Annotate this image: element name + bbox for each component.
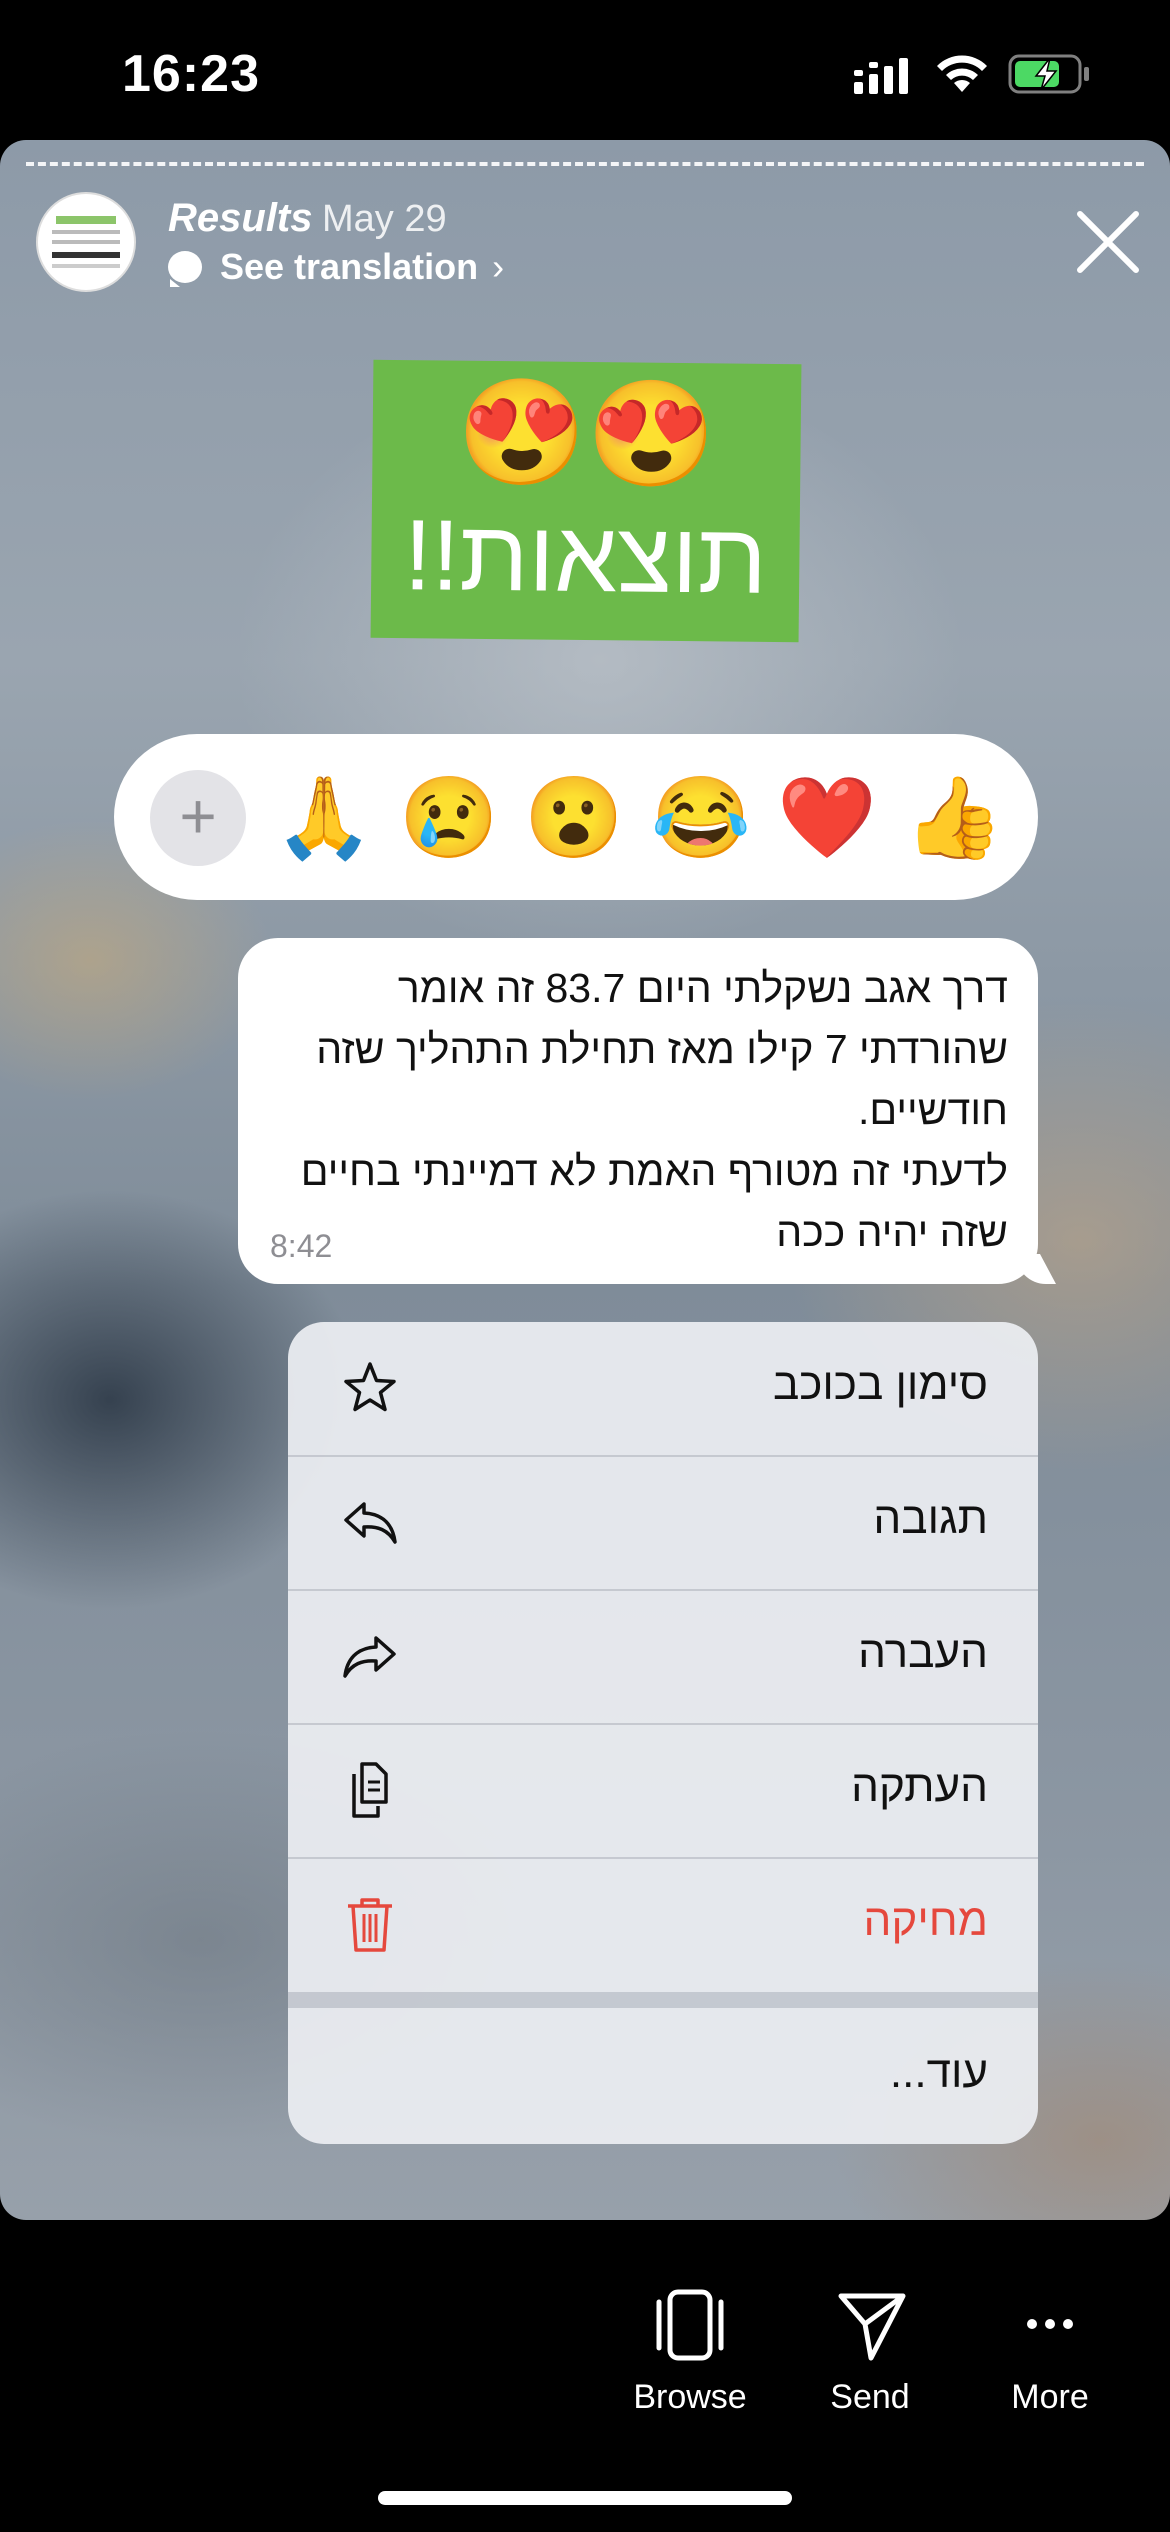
browse-label: Browse bbox=[633, 2378, 747, 2416]
story-image-card: 😍😍 תוצאות!! bbox=[370, 359, 802, 643]
menu-item-label: העברה bbox=[858, 1628, 988, 1677]
menu-item-star[interactable]: סימון בכוכב bbox=[288, 1322, 1038, 1457]
story-date: May 29 bbox=[322, 198, 447, 240]
send-button[interactable]: Send bbox=[790, 2288, 950, 2417]
see-translation-label: See translation bbox=[220, 246, 479, 287]
menu-item-reply[interactable]: תגובה bbox=[288, 1456, 1038, 1591]
trash-icon bbox=[348, 1898, 392, 1952]
menu-item-label: תגובה bbox=[873, 1494, 988, 1543]
story-image-text: תוצאות!! bbox=[403, 499, 768, 615]
battery-charging-icon bbox=[1008, 54, 1089, 94]
status-time: 16:23 bbox=[122, 45, 260, 103]
send-icon bbox=[838, 2293, 906, 2361]
speech-bubble-icon bbox=[168, 251, 202, 287]
chevron-right-icon: › bbox=[492, 246, 505, 287]
add-reaction-button[interactable]: + bbox=[150, 770, 246, 866]
status-bar: 16:23 bbox=[0, 0, 1170, 140]
context-menu: סימון בכוכב תגובה העברה העתקה מחיקה עוד.… bbox=[288, 1322, 1038, 2144]
menu-item-more[interactable]: עוד... bbox=[288, 2008, 1038, 2144]
menu-item-label: מחיקה bbox=[863, 1896, 988, 1945]
reaction-thumbs-up[interactable]: 👍 bbox=[904, 770, 1004, 866]
story-image-emojis: 😍😍 bbox=[456, 374, 717, 494]
browse-icon bbox=[656, 2289, 724, 2361]
menu-item-label: סימון בכוכב bbox=[773, 1360, 988, 1409]
menu-item-label: העתקה bbox=[851, 1762, 988, 1811]
message-bubble[interactable]: דרך אגב נשקלתי היום 83.7 זה אומר שהורדתי… bbox=[238, 938, 1038, 1284]
menu-item-forward[interactable]: העברה bbox=[288, 1590, 1038, 1725]
reaction-laughing[interactable]: 😂 bbox=[651, 770, 751, 866]
cellular-signal-icon bbox=[854, 58, 908, 94]
forward-icon bbox=[343, 1636, 396, 1678]
story-avatar[interactable] bbox=[36, 192, 136, 292]
story-progress-bar bbox=[26, 162, 1144, 166]
message-text: דרך אגב נשקלתי היום 83.7 זה אומר שהורדתי… bbox=[300, 965, 1008, 1255]
menu-item-label: עוד... bbox=[889, 2048, 988, 2097]
menu-separator bbox=[288, 1992, 1038, 2008]
reply-icon bbox=[344, 1502, 397, 1544]
reaction-heart[interactable]: ❤️ bbox=[777, 770, 877, 866]
reaction-crying[interactable]: 😢 bbox=[399, 770, 499, 866]
close-icon[interactable] bbox=[1076, 210, 1140, 274]
copy-icon bbox=[352, 1762, 388, 1818]
home-indicator[interactable] bbox=[378, 2491, 792, 2505]
bottom-action-bar: Browse Send More bbox=[0, 2220, 1170, 2532]
story-username[interactable]: Results bbox=[168, 196, 313, 241]
message-time: 8:42 bbox=[270, 1228, 333, 1264]
see-translation-link[interactable]: See translation › bbox=[168, 246, 504, 288]
more-button[interactable]: More bbox=[970, 2288, 1130, 2417]
more-label: More bbox=[1011, 2378, 1089, 2416]
star-icon bbox=[344, 1362, 396, 1412]
reaction-surprised[interactable]: 😮 bbox=[524, 770, 624, 866]
more-dots-icon bbox=[1027, 2319, 1073, 2329]
menu-item-copy[interactable]: העתקה bbox=[288, 1724, 1038, 1859]
reaction-pray[interactable]: 🙏 bbox=[274, 770, 374, 866]
reaction-bar: + 🙏 😢 😮 😂 ❤️ 👍 bbox=[114, 734, 1038, 900]
send-label: Send bbox=[830, 2378, 910, 2416]
browse-button[interactable]: Browse bbox=[610, 2288, 770, 2417]
wifi-icon bbox=[937, 55, 987, 92]
menu-item-delete[interactable]: מחיקה bbox=[288, 1858, 1038, 1991]
